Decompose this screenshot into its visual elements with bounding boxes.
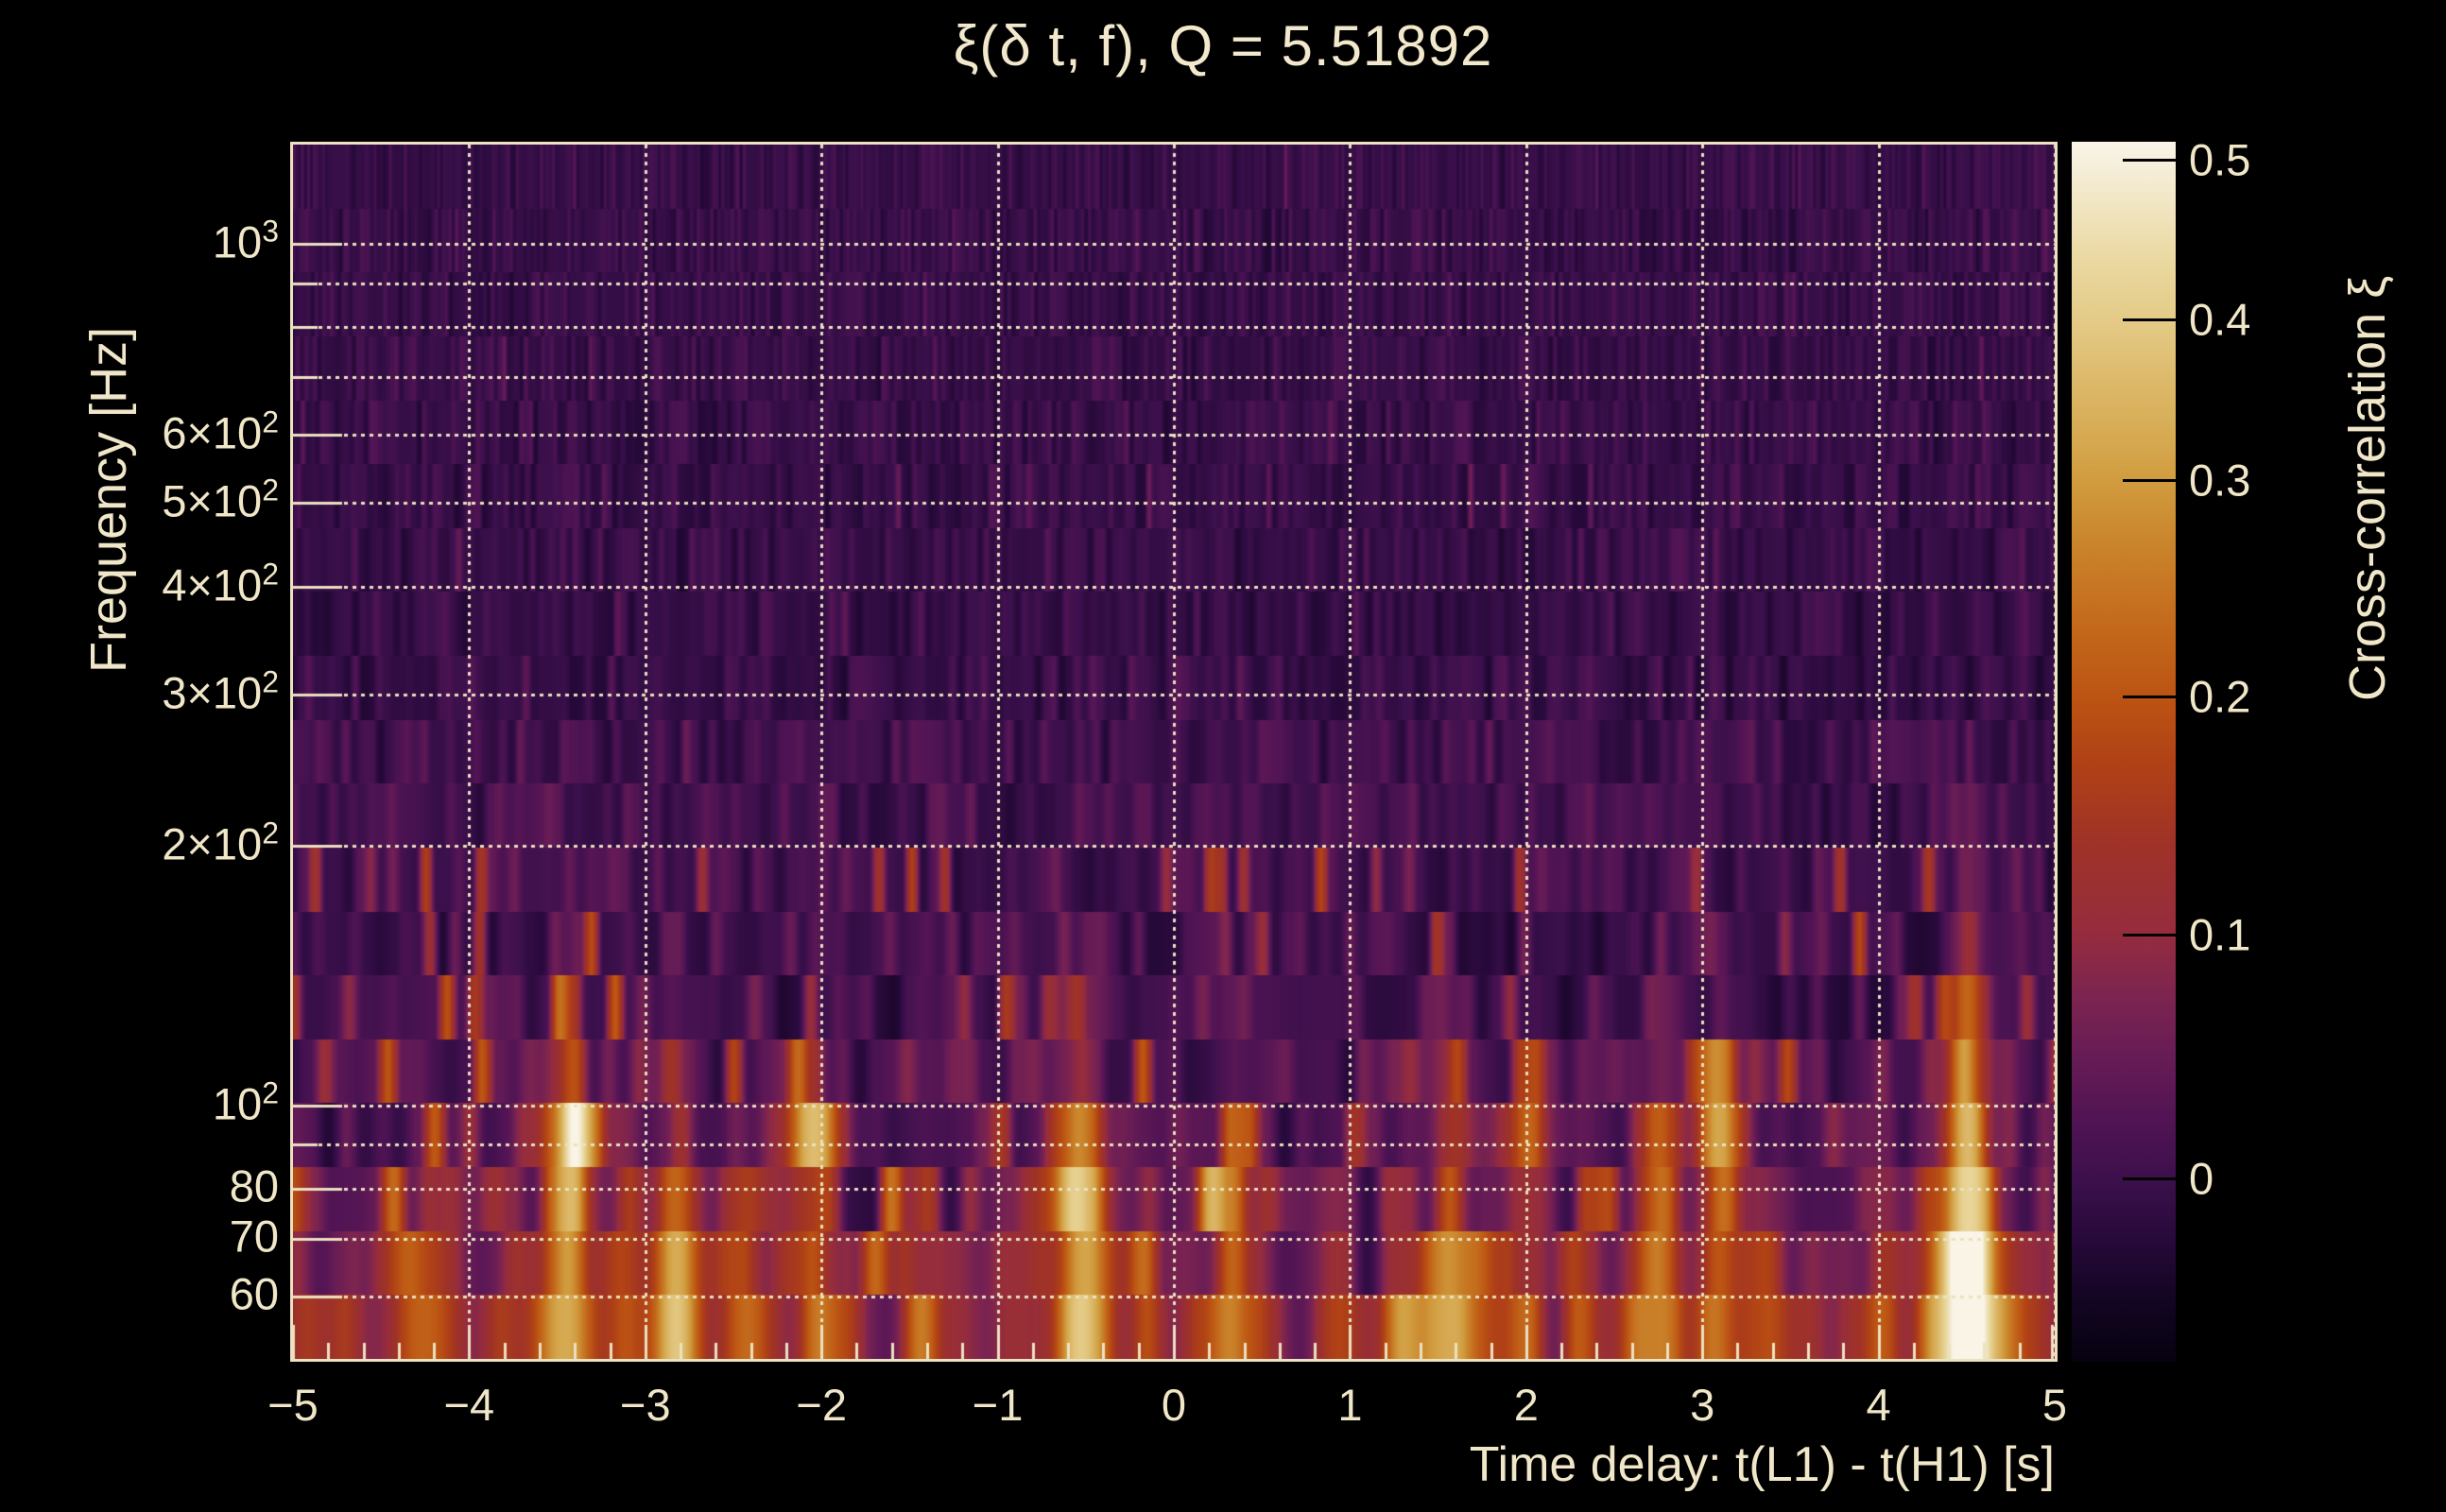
y-tick-label: 70 <box>230 1211 279 1263</box>
x-tick-label: −2 <box>796 1379 847 1431</box>
colorbar-tick-label: 0.2 <box>2189 671 2250 723</box>
colorbar-tick <box>2123 159 2176 162</box>
colorbar-tick <box>2123 479 2176 482</box>
y-tick-label: 60 <box>230 1268 279 1320</box>
x-tick-label: −4 <box>444 1379 495 1431</box>
colorbar-tick-label: 0.1 <box>2189 909 2250 961</box>
plot-frame <box>290 142 2058 1362</box>
x-tick-label: 5 <box>2042 1379 2067 1431</box>
colorbar-tick-label: 0 <box>2189 1153 2213 1205</box>
x-axis-title: Time delay: t(L1) - t(H1) [s] <box>1470 1436 2055 1493</box>
x-tick-label: 4 <box>1867 1379 1891 1431</box>
plot-title: ξ(δ t, f), Q = 5.51892 <box>0 13 2446 78</box>
x-tick-label: 1 <box>1337 1379 1362 1431</box>
y-tick-label: 3×102 <box>162 664 279 718</box>
x-tick-label: −1 <box>973 1379 1024 1431</box>
x-tick-label: 2 <box>1514 1379 1539 1431</box>
y-tick-label: 2×102 <box>162 816 279 870</box>
colorbar-title: Cross-correlation ξ <box>2338 276 2397 701</box>
colorbar-tick-label: 0.5 <box>2189 134 2250 186</box>
y-axis-title: Frequency [Hz] <box>79 327 138 673</box>
y-tick-label: 80 <box>230 1160 279 1212</box>
y-tick-label: 102 <box>213 1075 279 1129</box>
colorbar-tick-label: 0.4 <box>2189 294 2250 346</box>
y-tick-label: 103 <box>213 214 279 267</box>
colorbar-tick <box>2123 318 2176 321</box>
figure-root: ξ(δ t, f), Q = 5.51892 Frequency [Hz] Ti… <box>0 0 2446 1512</box>
colorbar-tick <box>2123 1177 2176 1180</box>
colorbar-tick-label: 0.3 <box>2189 454 2250 506</box>
x-tick-label: −5 <box>267 1379 319 1431</box>
x-tick-label: −3 <box>620 1379 671 1431</box>
y-tick-label: 6×102 <box>162 405 279 459</box>
y-tick-label: 4×102 <box>162 557 279 610</box>
colorbar-tick <box>2123 696 2176 698</box>
colorbar-tick <box>2123 934 2176 936</box>
x-tick-label: 3 <box>1690 1379 1714 1431</box>
y-tick-label: 5×102 <box>162 473 279 527</box>
heatmap-canvas <box>293 145 2055 1359</box>
x-tick-label: 0 <box>1162 1379 1186 1431</box>
